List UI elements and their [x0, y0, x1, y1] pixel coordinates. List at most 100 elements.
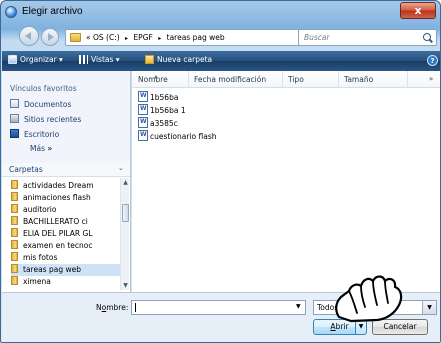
command-toolbar: Organizar ▾ Vistas ▾ Nueva carpeta ?: [2, 51, 440, 71]
search-icon[interactable]: [423, 33, 431, 41]
views-label: Vistas ▾: [91, 55, 120, 64]
folder-label: examen en tecnoc: [23, 241, 93, 250]
file-name-input[interactable]: ▼: [131, 300, 306, 315]
folder-label: ximena: [23, 277, 51, 286]
scroll-down-icon[interactable]: ▼: [121, 281, 130, 290]
file-name-label: Nombre:: [96, 303, 128, 312]
breadcrumb-epgf[interactable]: EPGF: [133, 33, 152, 42]
new-folder-label: Nueva carpeta: [157, 55, 213, 64]
column-divider[interactable]: [188, 71, 189, 88]
folder-icon: [11, 180, 18, 189]
documents-icon: [10, 99, 19, 108]
folders-header[interactable]: Carpetas ⌄: [2, 163, 130, 177]
back-button[interactable]: [19, 26, 39, 46]
favorite-label: Sitios recientes: [24, 115, 82, 124]
breadcrumb-separator-icon[interactable]: ▸: [158, 35, 161, 42]
folder-icon: [11, 276, 18, 285]
new-folder-button[interactable]: Nueva carpeta: [145, 55, 212, 64]
folder-icon: [11, 216, 18, 225]
file-list: ▲ Nombre Fecha modificación Tipo Tamaño »…: [132, 71, 440, 292]
word-document-icon: [138, 104, 148, 115]
chevron-down-icon[interactable]: ▼: [422, 301, 436, 314]
folder-icon: [11, 240, 18, 249]
column-divider[interactable]: [407, 71, 408, 88]
organize-icon: [8, 55, 17, 64]
column-date[interactable]: Fecha modificación: [194, 75, 266, 84]
word-document-icon: [138, 91, 148, 102]
more-favorites-link[interactable]: Más »: [30, 144, 52, 153]
file-item[interactable]: 1b56ba 1: [138, 104, 186, 115]
favorite-documents[interactable]: Documentos: [10, 99, 71, 109]
folder-item[interactable]: animaciones flash: [11, 192, 121, 204]
folder-label: actividades Dream: [23, 181, 94, 190]
folder-item[interactable]: actividades Dream: [11, 180, 121, 192]
breadcrumb-separator-icon[interactable]: ▸: [125, 35, 128, 42]
folder-icon: [11, 192, 18, 201]
file-item[interactable]: cuestionario flash: [138, 130, 216, 141]
folder-item[interactable]: auditorio: [11, 204, 121, 216]
file-open-dialog: Elegir archivo x « OS (C:) ▸ EPGF ▸ tare…: [0, 0, 441, 343]
favorites-header: Vínculos favoritos: [10, 84, 77, 93]
column-size[interactable]: Tamaño: [344, 75, 373, 84]
views-button[interactable]: Vistas ▾: [79, 55, 120, 64]
hand-pointer-icon: [335, 275, 403, 323]
more-columns-icon[interactable]: »: [429, 75, 433, 83]
breadcrumb-current[interactable]: tareas pag web: [167, 33, 225, 42]
folder-icon: [11, 204, 18, 213]
folders-tree: Carpetas ⌄ actividades Dream animaciones…: [2, 163, 130, 292]
favorite-label: Escritorio: [24, 130, 60, 139]
file-name: 1b56ba: [150, 93, 179, 102]
scrollbar-thumb[interactable]: [122, 204, 129, 222]
folder-label: tareas pag web: [23, 265, 81, 274]
breadcrumb-os[interactable]: « OS (C:): [86, 33, 120, 42]
word-document-icon: [138, 117, 148, 128]
new-folder-icon: [145, 55, 154, 64]
folder-label: animaciones flash: [23, 193, 91, 202]
forward-button[interactable]: [41, 28, 59, 46]
folder-item-selected[interactable]: tareas pag web: [11, 264, 121, 276]
folder-label: auditorio: [23, 205, 57, 214]
folder-item[interactable]: BACHILLERATO ci: [11, 216, 121, 228]
views-icon: [79, 55, 88, 64]
more-chevron-icon: »: [47, 144, 53, 153]
favorite-recent-places[interactable]: Sitios recientes: [10, 114, 81, 124]
search-placeholder: Buscar: [304, 33, 330, 42]
folders-scrollbar[interactable]: ▲ ▼: [120, 178, 129, 290]
file-name: 1b56ba 1: [150, 106, 186, 115]
app-icon: [5, 6, 17, 18]
navigation-pane: Vínculos favoritos Documentos Sitios rec…: [2, 71, 131, 292]
column-name[interactable]: ▲ Nombre: [138, 74, 168, 84]
scroll-up-icon[interactable]: ▲: [121, 178, 130, 187]
folder-item[interactable]: ELIA DEL PILAR GL: [11, 228, 121, 240]
chevron-down-icon[interactable]: ⌄: [118, 164, 124, 172]
file-item[interactable]: 1b56ba: [138, 91, 178, 102]
folder-item[interactable]: examen en tecnoc: [11, 240, 121, 252]
file-name-label-suffix: mbre:: [106, 303, 129, 312]
folder-label: ELIA DEL PILAR GL: [23, 229, 93, 238]
text-caret: [135, 303, 136, 312]
column-divider[interactable]: [282, 71, 283, 88]
folder-icon: [70, 33, 81, 42]
organize-button[interactable]: Organizar ▾: [8, 55, 63, 64]
help-icon[interactable]: ?: [427, 55, 438, 66]
folder-icon: [11, 228, 18, 237]
folder-icon: [11, 264, 18, 273]
title-bar: Elegir archivo x: [1, 1, 440, 23]
folders-header-label: Carpetas: [9, 165, 43, 174]
folder-label: BACHILLERATO ci: [23, 217, 88, 226]
column-divider[interactable]: [338, 71, 339, 88]
column-header: ▲ Nombre Fecha modificación Tipo Tamaño »: [132, 71, 440, 88]
folder-item[interactable]: ximena: [11, 276, 121, 286]
file-item[interactable]: a3585c: [138, 117, 178, 128]
file-name-dropdown-icon[interactable]: ▼: [296, 303, 301, 310]
sort-arrow-icon: ▲: [154, 74, 158, 80]
folder-item[interactable]: mis fotos: [11, 252, 121, 264]
favorite-desktop[interactable]: Escritorio: [10, 129, 59, 139]
recent-places-icon: [10, 114, 19, 123]
column-type[interactable]: Tipo: [288, 75, 304, 84]
desktop-icon: [10, 129, 19, 138]
search-box[interactable]: Buscar: [298, 29, 437, 46]
close-button[interactable]: x: [400, 2, 436, 19]
file-name: cuestionario flash: [150, 132, 217, 141]
file-name: a3585c: [150, 119, 178, 128]
